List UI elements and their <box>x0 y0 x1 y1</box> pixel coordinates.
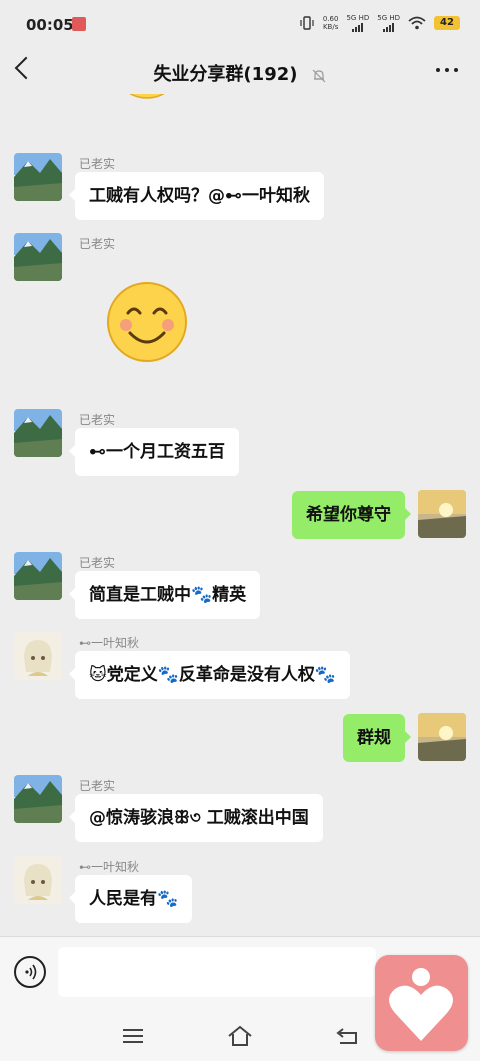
voice-waves-icon <box>25 964 37 980</box>
message-input[interactable] <box>58 947 376 997</box>
notification-app-icon <box>72 17 86 31</box>
sim2-signal: 5G HD <box>377 14 400 32</box>
status-icons: 0.60 KB/s 5G HD 5G HD 42 <box>299 14 460 32</box>
chat-title: 失业分享群(192) <box>153 64 298 85</box>
avatar-laoshi[interactable] <box>14 409 62 457</box>
network-speed: 0.60 KB/s <box>322 15 339 31</box>
avatar-yiye[interactable] <box>14 856 62 904</box>
smile-sticker-partial <box>129 94 165 99</box>
message-bubble[interactable]: 🐱党定义🐾反革命是没有人权🐾 <box>68 651 351 699</box>
sender-name: 已老实 <box>79 237 116 251</box>
avatar-laoshi[interactable] <box>14 775 62 823</box>
sim1-signal: 5G HD <box>346 14 369 32</box>
message-bubble[interactable]: 工贼有人权吗？@⊷一叶知秋 <box>69 172 324 220</box>
avatar-laoshi[interactable] <box>14 153 62 201</box>
sender-name: 已老实 <box>79 779 116 793</box>
sender-name: 已老实 <box>79 413 116 427</box>
status-time: 00:05 <box>26 16 74 34</box>
avatar-laoshi[interactable] <box>14 233 62 281</box>
sender-name: 已老实 <box>79 556 116 570</box>
back-nav-icon[interactable] <box>334 1024 360 1048</box>
home-icon[interactable] <box>227 1024 253 1048</box>
avatar-self[interactable] <box>418 713 466 761</box>
avatar-laoshi[interactable] <box>14 552 62 600</box>
status-bar: 00:05 0.60 KB/s 5G HD 5G HD 42 <box>0 0 480 52</box>
chat-header: 失业分享群(192) <box>0 52 480 94</box>
message-bubble[interactable]: 人民是有🐾 <box>68 875 193 923</box>
message-list[interactable]: 已老实 工贼有人权吗？@⊷一叶知秋 已老实 已老实 ⊷一个月工资五百 希望你尊守 <box>0 94 480 936</box>
more-icon[interactable] <box>436 68 458 72</box>
mute-bell-icon <box>312 69 325 82</box>
wifi-icon <box>408 16 426 30</box>
message-bubble-self[interactable]: 希望你尊守 <box>292 491 411 539</box>
voice-icon[interactable] <box>14 956 46 988</box>
title-wrap: 失业分享群(192) <box>0 60 480 86</box>
heart-icon <box>389 968 453 1041</box>
message-bubble-self[interactable]: 群规 <box>343 714 411 762</box>
battery-icon: 42 <box>434 16 460 30</box>
avatar-self[interactable] <box>418 490 466 538</box>
message-bubble[interactable]: ⊷一个月工资五百 <box>69 428 239 476</box>
message-bubble[interactable]: 简直是工贼中🐾精英 <box>68 571 261 619</box>
floating-app-button[interactable] <box>375 955 468 1051</box>
sender-name: ⊷一叶知秋 <box>79 860 140 874</box>
message-bubble[interactable]: @惊涛骇浪ꕥ৩ 工贼滚出中国 <box>69 794 323 842</box>
vibrate-icon <box>300 16 314 30</box>
menu-icon[interactable] <box>120 1024 146 1048</box>
sender-name: 已老实 <box>79 157 116 171</box>
avatar-yiye[interactable] <box>14 632 62 680</box>
smile-sticker[interactable] <box>104 279 190 365</box>
sender-name: ⊷一叶知秋 <box>79 636 140 650</box>
